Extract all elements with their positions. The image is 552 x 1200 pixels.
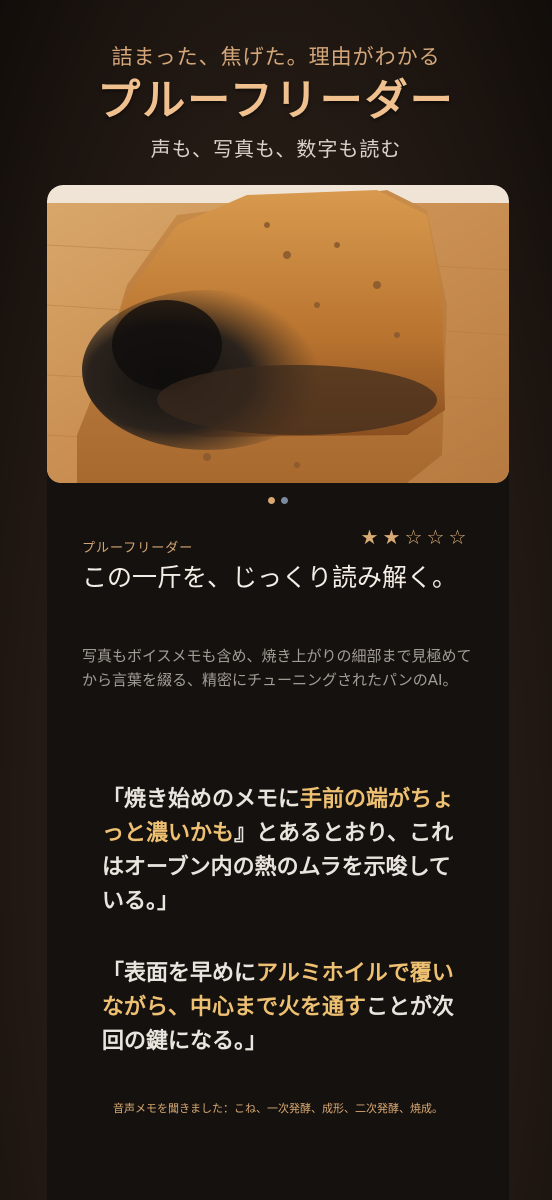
subtitle: 声も、写真も、数字も読む	[150, 137, 402, 161]
quote-2: 「表面を早めにアルミホイルで覆いながら、中心まで火を通すことが次回の鍵になる。」	[102, 957, 472, 1059]
bread-photo[interactable]	[47, 185, 509, 483]
reader-label: プルーフリーダー	[82, 541, 194, 556]
review-headline: この一斤を、じっくり読み解く。	[82, 563, 458, 592]
carousel-dot-active[interactable]	[268, 497, 275, 504]
star-empty-icon: ☆	[426, 525, 446, 549]
review-description: 写真もボイスメモも含め、焼き上がりの細部まで見極めてから言葉を綴る、精密にチュー…	[82, 647, 472, 689]
star-rating: ★ ★ ☆ ☆ ☆	[359, 525, 469, 549]
star-empty-icon: ☆	[448, 525, 468, 549]
header: 詰まった、焦げた。理由がわかる プルーフリーダー 声も、写真も、数字も読む	[0, 40, 552, 164]
quote-1-before: 「焼き始めのメモに	[102, 787, 301, 812]
quote-2-before: 「表面を早めに	[102, 961, 257, 986]
star-empty-icon: ☆	[404, 525, 424, 549]
carousel-indicator[interactable]	[47, 497, 509, 504]
voice-memo-note: 音声メモを聞きました：こね、一次発酵、成形、二次発酵、焼成。	[113, 1102, 443, 1115]
star-filled-icon: ★	[360, 525, 380, 549]
review-card: プルーフリーダー ★ ★ ☆ ☆ ☆ この一斤を、じっくり読み解く。 写真もボイスメモも…	[47, 185, 509, 1200]
carousel-dot[interactable]	[281, 497, 288, 504]
quote-1: 「焼き始めのメモに手前の端がちょっと濃いかも』とあるとおり、これはオーブン内の熱…	[102, 783, 472, 919]
app-title: プルーフリーダー	[97, 76, 455, 126]
star-filled-icon: ★	[382, 525, 402, 549]
tagline: 詰まった、焦げた。理由がわかる	[111, 45, 441, 69]
